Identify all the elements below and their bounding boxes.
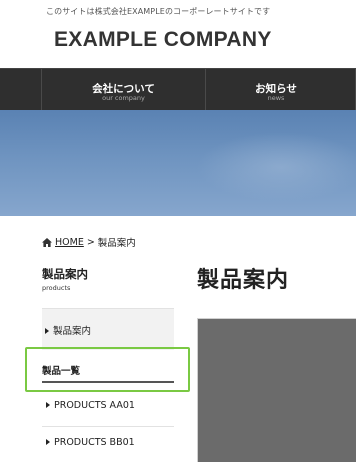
- nav-item-sublabel: our company: [102, 94, 145, 102]
- content-image: [197, 318, 356, 462]
- breadcrumb-home-link[interactable]: HOME: [55, 237, 84, 248]
- sidebar-item-label: PRODUCTS AA01: [54, 400, 135, 411]
- page-title: 製品案内: [197, 268, 290, 293]
- nav-item-news[interactable]: お知らせ news: [206, 69, 356, 110]
- home-icon: [42, 237, 52, 247]
- heading-underline: [42, 381, 174, 383]
- global-nav: 会社について our company お知らせ news: [0, 68, 356, 110]
- nav-item-our-company[interactable]: 会社について our company: [42, 69, 206, 110]
- caret-right-icon: [45, 327, 49, 334]
- nav-spacer: [0, 69, 42, 110]
- sidebar-title: 製品案内: [42, 267, 88, 281]
- sidebar-item-label: PRODUCTS BB01: [54, 437, 135, 448]
- hero-mist: [196, 132, 356, 202]
- breadcrumb-current: 製品案内: [97, 238, 136, 249]
- breadcrumb: HOME > 製品案内: [42, 235, 136, 249]
- nav-item-sublabel: news: [267, 94, 285, 102]
- sidebar-item-products-bb01[interactable]: PRODUCTS BB01: [42, 426, 174, 462]
- sidebar-item-label: 製品案内: [53, 326, 92, 337]
- company-logo[interactable]: EXAMPLE COMPANY: [54, 28, 272, 52]
- sidebar-subtitle: products: [42, 284, 71, 292]
- sidebar-item-products[interactable]: 製品案内: [42, 308, 174, 350]
- site-tagline: このサイトは株式会社EXAMPLEのコーポーレートサイトです: [46, 7, 271, 16]
- caret-right-icon: [46, 401, 50, 408]
- sidebar-item-product-list[interactable]: 製品一覧: [42, 363, 174, 377]
- hero-image: [0, 110, 356, 216]
- caret-right-icon: [46, 438, 50, 445]
- breadcrumb-separator: >: [86, 236, 95, 248]
- sidebar-item-products-aa01[interactable]: PRODUCTS AA01: [42, 392, 174, 426]
